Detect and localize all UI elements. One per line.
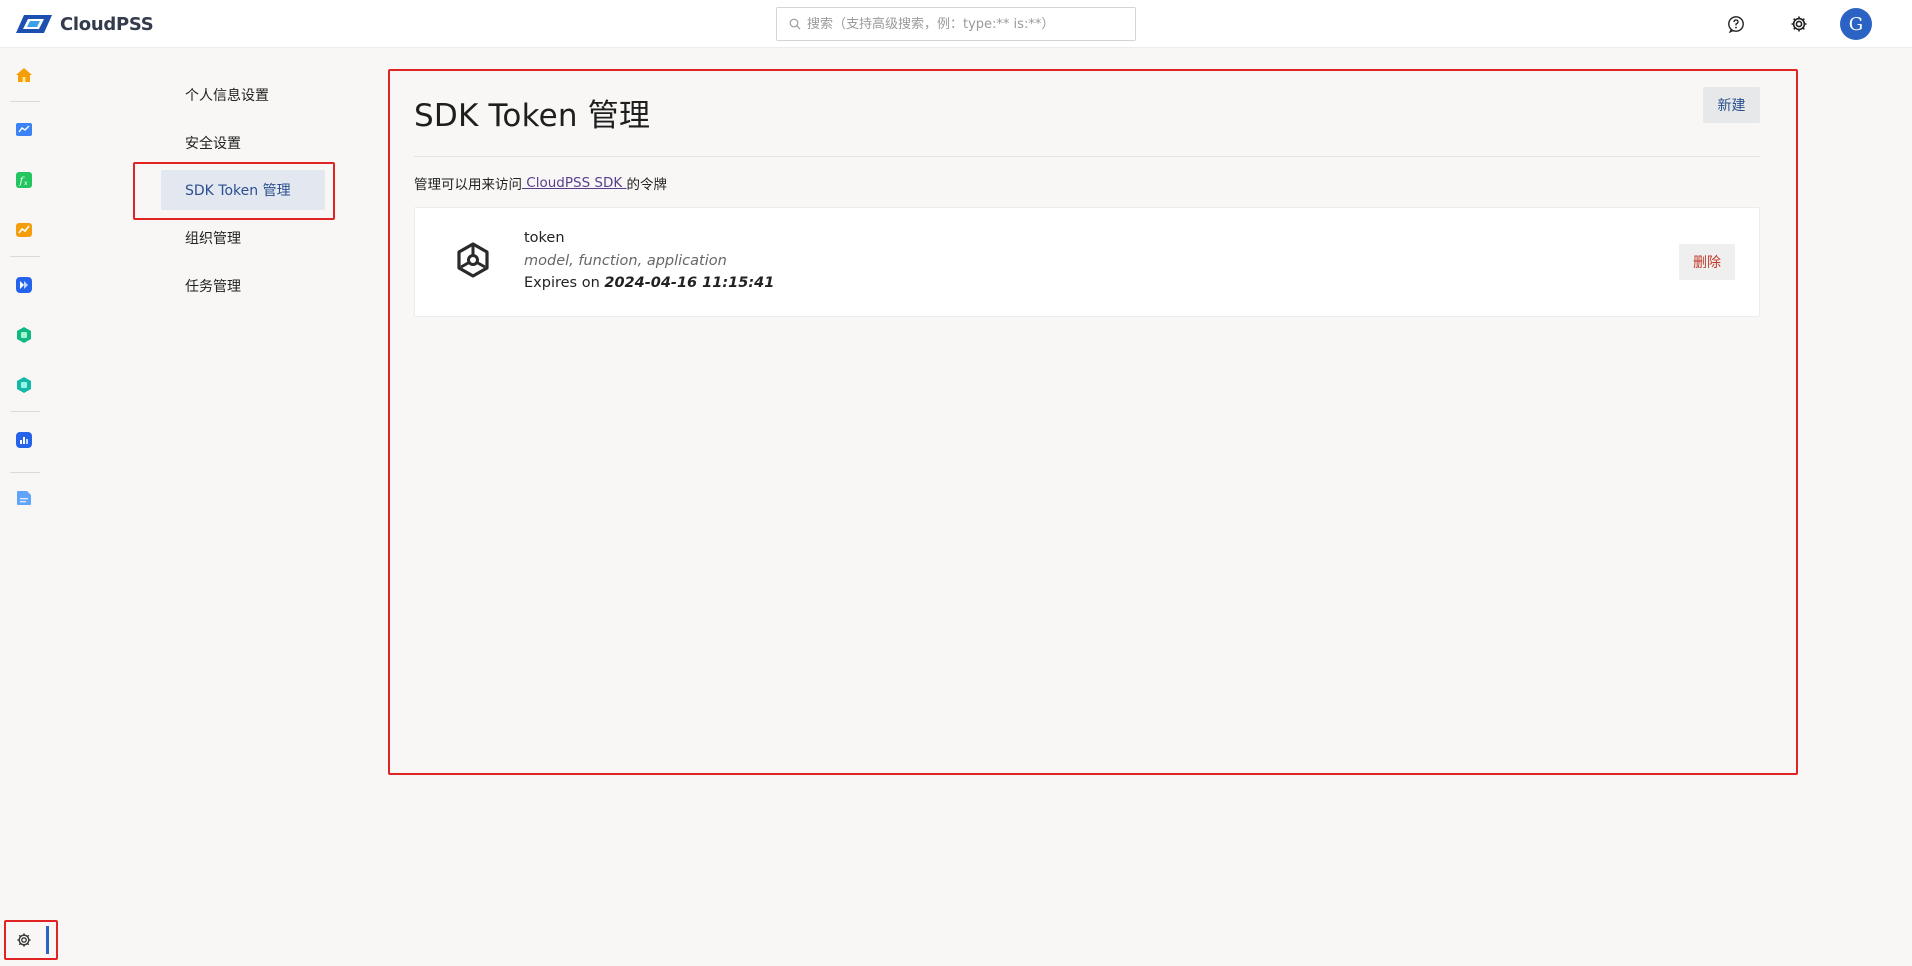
help-bubble-icon [1728,16,1744,33]
token-expiry-label: Expires on [524,275,605,291]
chart-board-icon [16,123,32,136]
cloudpss-sdk-link[interactable]: CloudPSS SDK [522,175,627,191]
search-icon [789,18,801,30]
rail-item-power[interactable] [12,273,36,297]
description: 管理可以用来访问 CloudPSS SDK 的令牌 [414,173,667,193]
nav-item-sdk-token[interactable]: SDK Token 管理 [161,170,325,210]
gear-icon [17,933,31,947]
new-token-button[interactable]: 新建 [1703,87,1760,123]
token-card: token model, function, application Expir… [414,207,1760,317]
rail-item-docs[interactable] [12,486,36,510]
rail-item-app-1[interactable] [12,323,36,347]
rail-item-function[interactable]: f x [12,168,36,192]
cloudpss-logo-icon [16,15,52,33]
nav-item-tasks[interactable]: 任务管理 [161,266,325,306]
avatar[interactable]: G [1840,8,1872,40]
rail-item-app-2[interactable] [12,373,36,397]
rail-divider [10,256,40,257]
line-chart-icon [16,223,32,237]
description-prefix: 管理可以用来访问 [414,177,522,193]
search-box[interactable] [776,7,1136,41]
hexagon-app-icon [17,377,31,393]
document-icon [17,491,31,505]
logo-text: CloudPSS [60,13,154,35]
power-icon [16,277,32,293]
hexagon-app-icon [17,327,31,343]
rail-divider [10,101,40,102]
active-indicator [46,926,49,954]
rail-item-simstudio[interactable] [12,118,36,142]
rail-item-analysis[interactable] [12,218,36,242]
dashboard-icon [16,432,32,448]
rail-item-settings[interactable] [4,920,58,960]
rail-item-home[interactable] [12,63,36,87]
logo[interactable]: CloudPSS [14,12,154,36]
app-rail: f x [0,48,50,966]
rail-divider [10,472,40,473]
page-title: SDK Token 管理 [414,98,651,134]
token-scopes: model, function, application [524,253,727,269]
help-button[interactable] [1724,12,1748,36]
svg-text:x: x [24,180,28,187]
settings-button[interactable] [1787,12,1811,36]
description-suffix: 的令牌 [626,177,668,193]
token-name: token [524,230,565,246]
nav-item-organization[interactable]: 组织管理 [161,218,325,258]
package-hexagon-icon [457,242,489,278]
rail-item-dashboard[interactable] [12,428,36,452]
token-expiry: Expires on 2024-04-16 11:15:41 [524,275,774,291]
divider [414,156,1760,157]
token-expiry-date: 2024-04-16 11:15:41 [604,275,775,291]
search-input[interactable] [807,16,1127,32]
rail-divider [10,411,40,412]
delete-token-button[interactable]: 删除 [1679,244,1735,280]
gear-icon [1791,16,1807,32]
house-icon [16,68,32,82]
top-bar: CloudPSS G [0,0,1912,48]
function-icon: f x [16,172,32,188]
nav-item-security[interactable]: 安全设置 [161,123,325,163]
nav-item-profile[interactable]: 个人信息设置 [161,75,325,115]
